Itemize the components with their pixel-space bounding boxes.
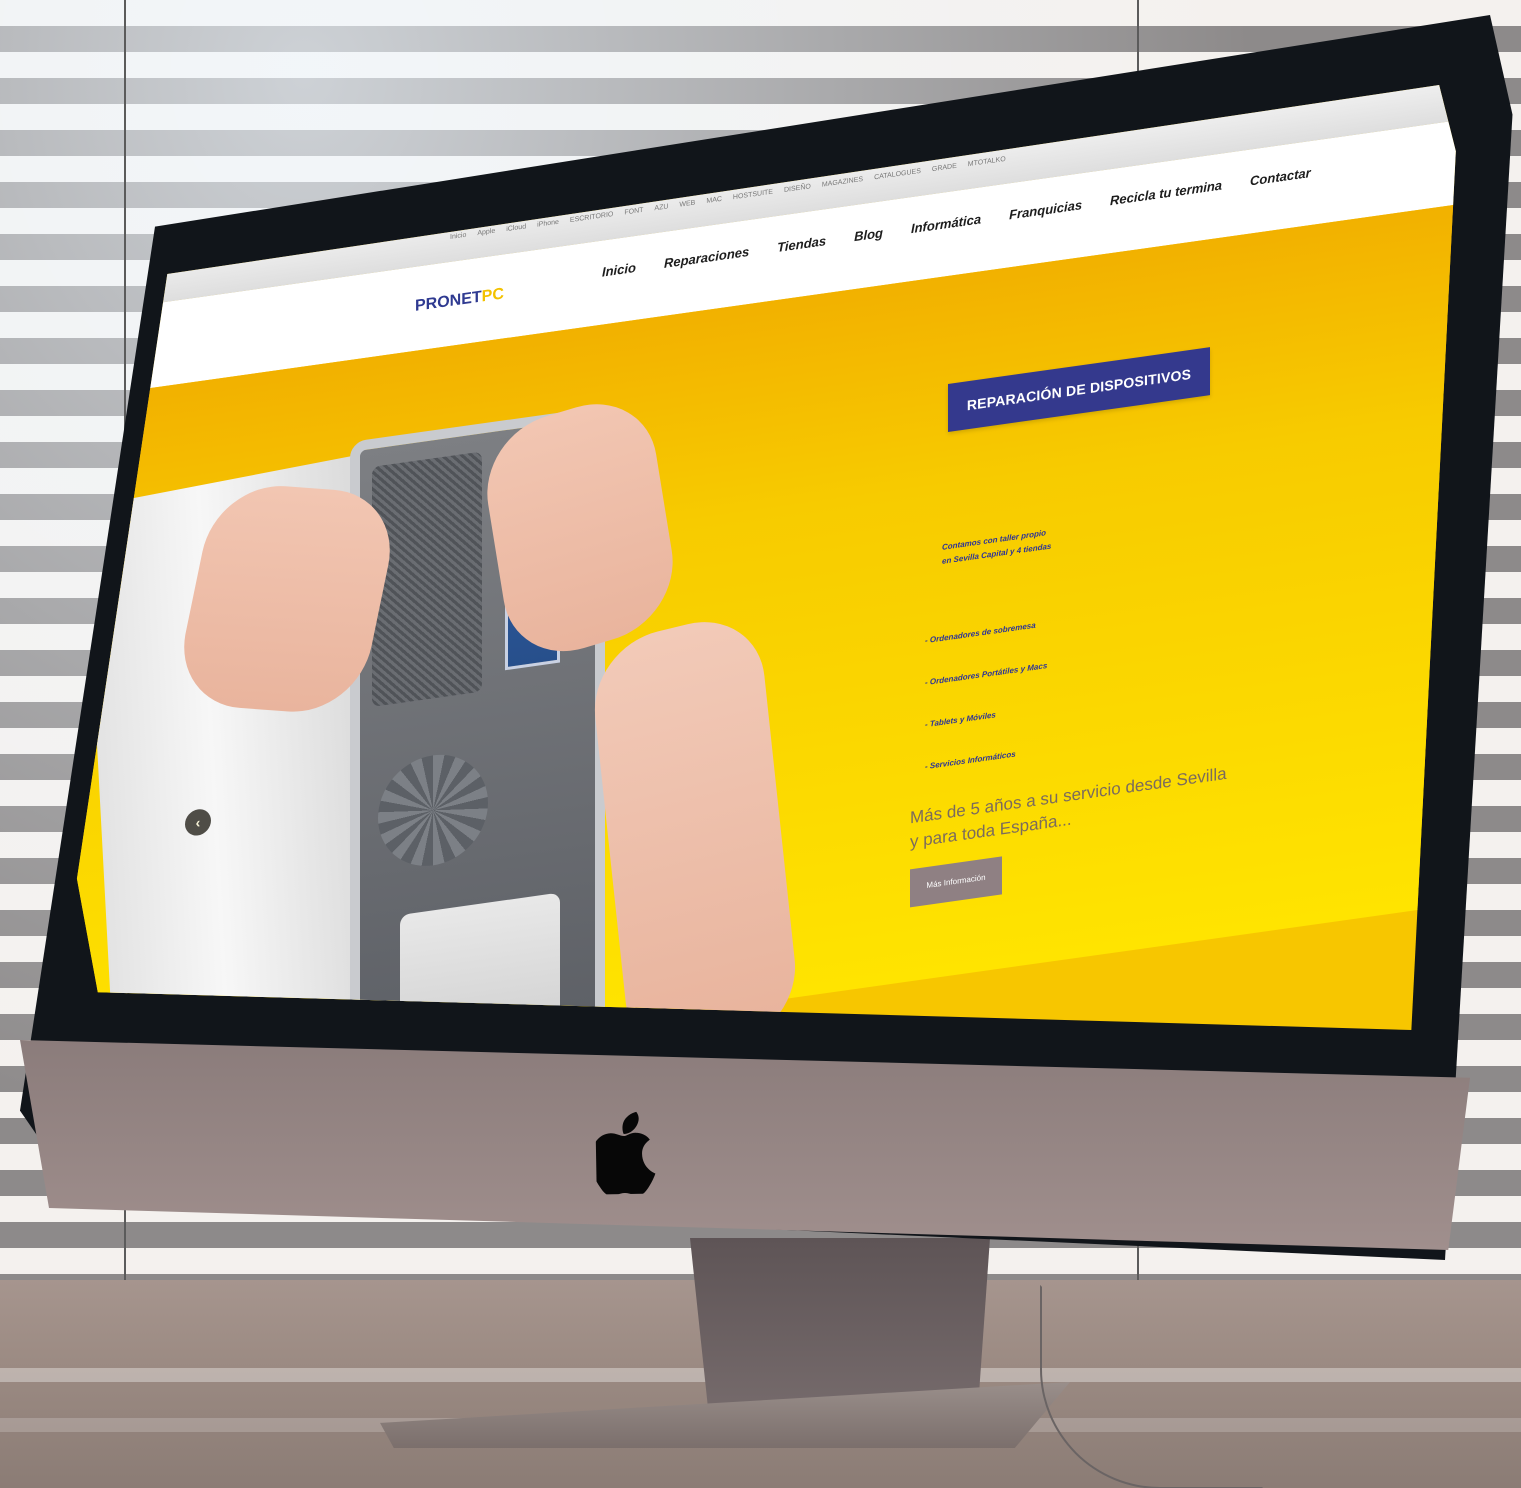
more-info-button[interactable]: Más Información <box>910 856 1002 908</box>
bookmark-item[interactable]: WEB <box>679 196 695 212</box>
nav-inicio[interactable]: Inicio <box>602 258 636 283</box>
bookmark-item[interactable]: MAGAZINES <box>822 173 863 193</box>
nav-reparaciones[interactable]: Reparaciones <box>664 242 749 274</box>
nav-informatica[interactable]: Informática <box>911 209 981 239</box>
cooling-fan-icon <box>378 747 488 874</box>
right-arm <box>587 607 803 1030</box>
nav-contactar[interactable]: Contactar <box>1250 163 1311 192</box>
logic-board <box>372 451 482 707</box>
apple-logo-icon <box>590 1107 658 1197</box>
bookmark-item[interactable]: AZU <box>654 200 668 216</box>
bookmark-item[interactable]: MTOTALKO <box>968 153 1006 172</box>
bookmark-item[interactable]: FONT <box>624 204 643 221</box>
bookmark-item[interactable]: DISEÑO <box>784 180 811 198</box>
services-list: - Ordenadores de sobremesa - Ordenadores… <box>925 598 1185 803</box>
logo-accent: PC <box>481 285 504 306</box>
monitor-stand-neck <box>690 1238 990 1408</box>
hero-title-badge: REPARACIÓN DE DISPOSITIVOS <box>948 347 1210 432</box>
nav-franquicias[interactable]: Franquicias <box>1009 195 1082 225</box>
bookmark-item[interactable]: GRADE <box>932 160 957 178</box>
logo-main: PRONET <box>415 288 482 315</box>
nav-blog[interactable]: Blog <box>854 223 883 247</box>
nav-recicla[interactable]: Recicla tu termina <box>1110 175 1222 211</box>
hero-tagline: Contamos con taller propio en Sevilla Ca… <box>942 516 1122 569</box>
pronetpc-logo[interactable]: PRONETPC <box>415 282 504 318</box>
nav-tiendas[interactable]: Tiendas <box>777 231 826 258</box>
chevron-left-icon: ‹ <box>195 814 201 831</box>
scene: pronetpc.com Inicio Apple iCloud iPhone … <box>0 0 1521 1488</box>
bookmark-item[interactable]: MAC <box>706 193 722 209</box>
laptop-repair-image <box>84 366 820 1030</box>
